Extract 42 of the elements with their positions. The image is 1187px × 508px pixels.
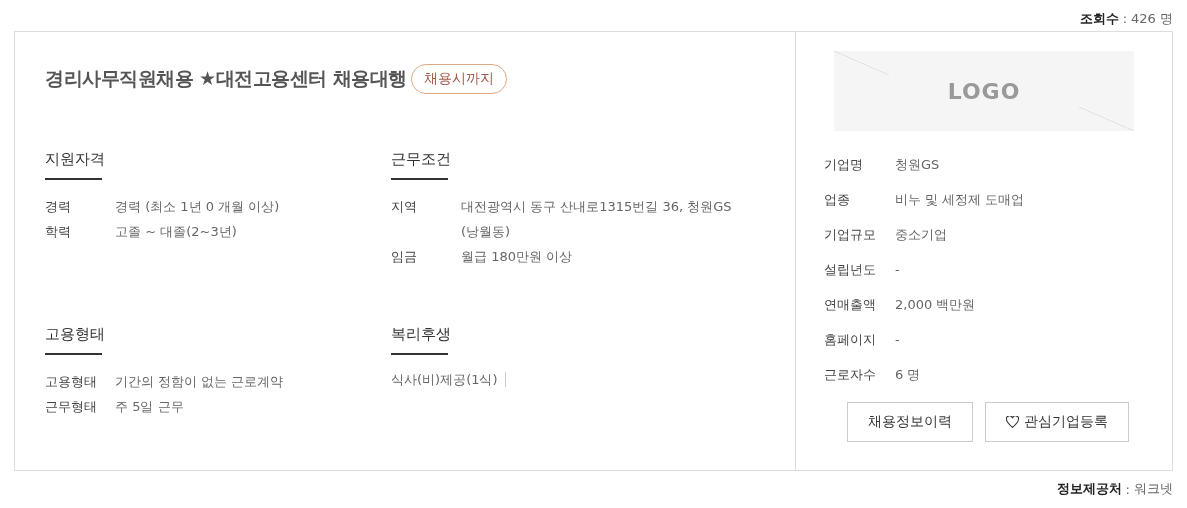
- info-label: 기업규모: [824, 225, 877, 244]
- field-label: 임금: [391, 248, 418, 266]
- info-value: -: [895, 262, 900, 277]
- field-label: 경력: [45, 198, 72, 216]
- logo-text: LOGO: [947, 78, 1021, 104]
- source-label: 정보제공처: [1056, 480, 1122, 498]
- field-value: 고졸 ~ 대졸(2~3년): [115, 223, 237, 241]
- info-value: -: [895, 332, 900, 347]
- info-label: 기업명: [824, 155, 864, 174]
- view-count-value: 426 명: [1131, 9, 1173, 28]
- info-value: 비누 및 세정제 도매업: [895, 190, 1025, 209]
- info-value: 6 명: [895, 365, 921, 384]
- info-label: 근로자수: [824, 365, 877, 384]
- field-value: 월급 180만원 이상: [461, 248, 573, 266]
- info-value: 중소기업: [895, 225, 947, 244]
- info-label: 연매출액: [824, 295, 877, 314]
- field-label: 지역: [391, 198, 418, 216]
- job-title: 경리사무직원채용 ★대전고용센터 채용대행: [45, 66, 407, 91]
- field-value: 대전광역시 동구 산내로1315번길 36, 청원GS (낭월동): [461, 198, 733, 241]
- history-button[interactable]: 채용정보이력: [847, 402, 973, 442]
- info-label: 업종: [824, 190, 851, 209]
- field-label: 학력: [45, 223, 72, 241]
- section-heading: 지원자격: [45, 150, 102, 180]
- field-value: 기간의 정함이 없는 근로계약: [115, 373, 284, 391]
- info-value: 2,000 백만원: [895, 295, 976, 314]
- field-label: 근무형태: [45, 398, 98, 416]
- info-value: 청원GS: [895, 155, 940, 174]
- view-count-label: 조회수: [1079, 9, 1119, 28]
- welfare-item: 식사(비)제공(1식): [391, 372, 506, 387]
- source-value: 워크넷: [1134, 480, 1173, 498]
- heart-icon: [1006, 416, 1019, 428]
- field-label: 고용형태: [45, 373, 98, 391]
- section-heading: 복리후생: [391, 325, 448, 355]
- field-value: 주 5일 근무: [115, 398, 184, 416]
- separator: :: [1122, 11, 1128, 26]
- info-label: 설립년도: [824, 260, 877, 279]
- separator: :: [1125, 481, 1130, 497]
- favorite-company-button[interactable]: 관심기업등록: [985, 402, 1129, 442]
- field-value: 경력 (최소 1년 0 개월 이상): [115, 198, 280, 216]
- section-heading: 근무조건: [391, 150, 448, 180]
- info-label: 홈페이지: [824, 330, 877, 349]
- section-heading: 고용형태: [45, 325, 102, 355]
